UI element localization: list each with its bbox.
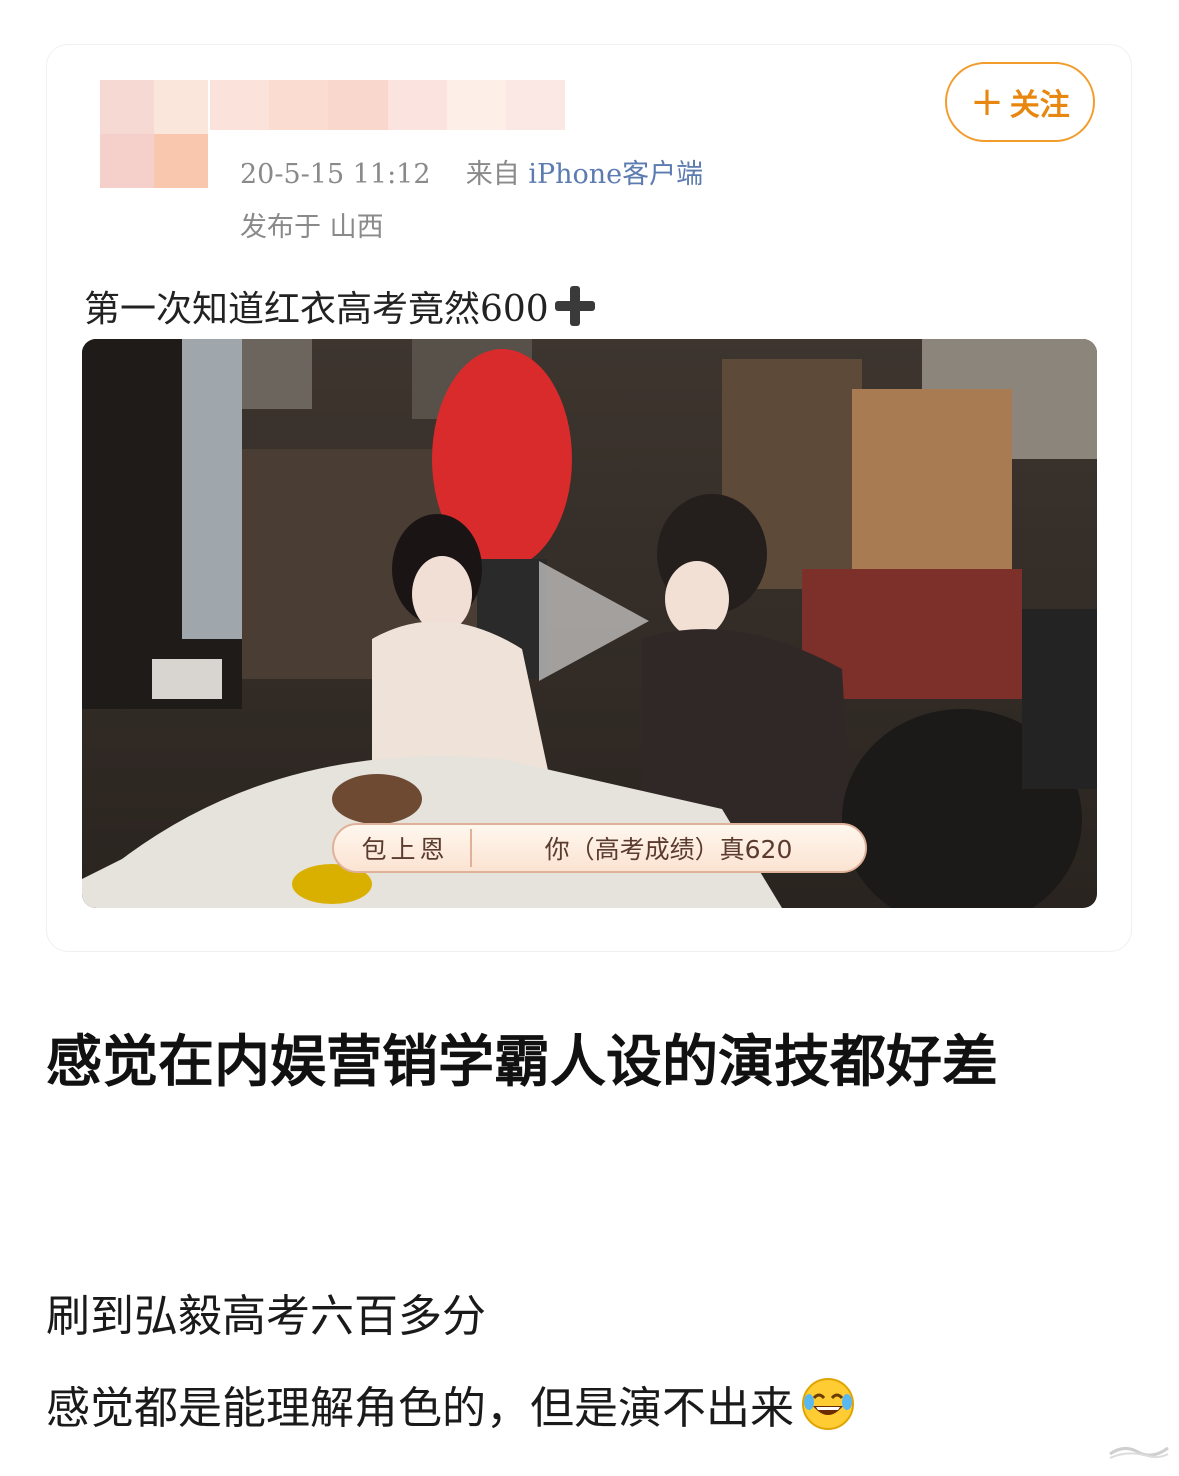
subtitle-line: 你（高考成绩）真620 bbox=[544, 835, 793, 864]
plus-icon: + bbox=[970, 79, 1004, 125]
watermark-icon bbox=[1109, 1446, 1169, 1459]
source-device: iPhone客户端 bbox=[528, 159, 704, 190]
source-prefix: 来自 bbox=[465, 159, 520, 190]
post-text: 第一次知道红衣高考竟然600 bbox=[84, 280, 597, 332]
body-line-2: 感觉都是能理解角色的，但是演不出来 bbox=[46, 1372, 856, 1436]
heavy-plus-emoji-icon bbox=[553, 284, 597, 328]
follow-label: 关注 bbox=[1009, 88, 1070, 123]
body-line-2-text: 感觉都是能理解角色的，但是演不出来 bbox=[46, 1383, 794, 1434]
post-location: 发布于 山西 bbox=[240, 212, 384, 243]
video-player[interactable]: 包上恩 你（高考成绩）真620 bbox=[82, 339, 1097, 908]
username-redacted[interactable] bbox=[210, 80, 566, 130]
avatar[interactable] bbox=[100, 80, 208, 188]
page-title: 感觉在内娱营销学霸人设的演技都好差 bbox=[46, 1030, 998, 1095]
follow-button[interactable]: + 关注 bbox=[945, 62, 1095, 142]
post-meta: 20-5-15 11:12 来自 iPhone客户端 bbox=[240, 152, 703, 191]
body-line-1: 刷到弘毅高考六百多分 bbox=[46, 1291, 486, 1342]
subtitle-speaker: 包上恩 bbox=[340, 829, 472, 867]
post-timestamp: 20-5-15 11:12 bbox=[240, 159, 431, 190]
post-text-content: 第一次知道红衣高考竟然600 bbox=[84, 289, 549, 330]
tears-of-joy-emoji-icon bbox=[800, 1376, 856, 1432]
video-subtitle: 包上恩 你（高考成绩）真620 bbox=[332, 823, 867, 873]
